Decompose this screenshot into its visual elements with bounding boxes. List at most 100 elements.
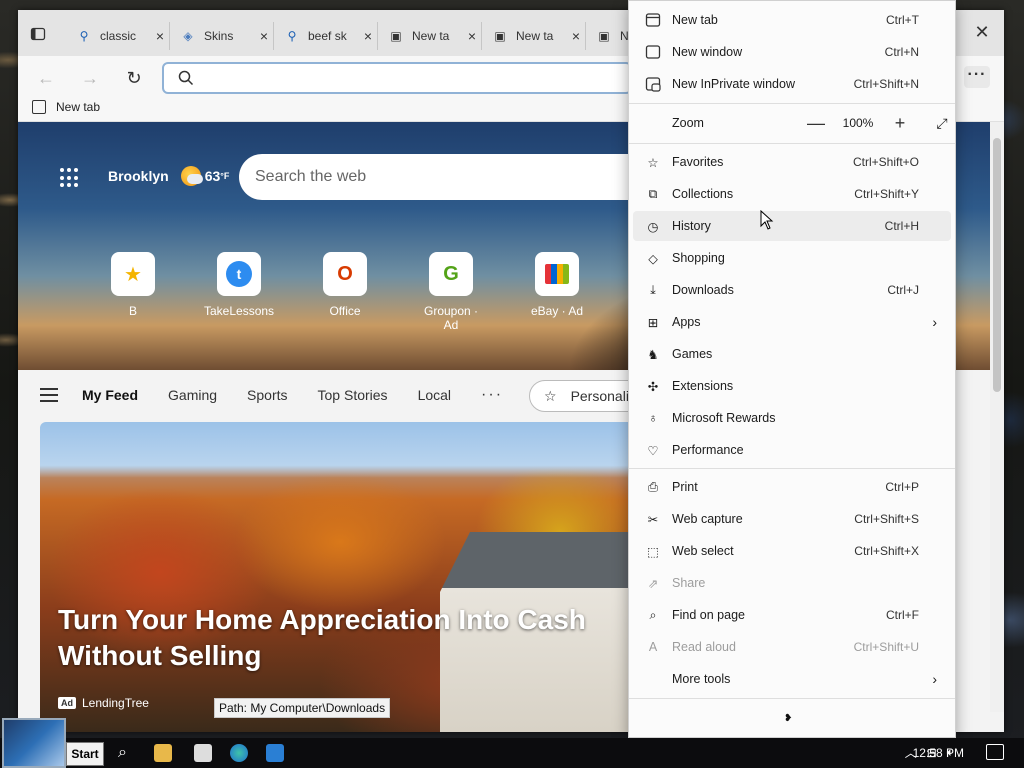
extensions-puzzle-icon: ✣ (647, 379, 659, 394)
tab-actions-button[interactable] (30, 26, 50, 46)
find-icon: ⌕ (649, 607, 657, 622)
close-icon[interactable]: × (463, 28, 481, 44)
menu-item-shortcut: Ctrl+Shift+X (854, 544, 919, 558)
rewards-medal-icon: ♁ (648, 411, 658, 425)
close-icon[interactable]: × (359, 28, 377, 44)
tab-classic[interactable]: ⚲ classic × (66, 22, 170, 50)
card-source: Ad LendingTree (58, 696, 149, 710)
more-tabs-button[interactable]: ··· (481, 386, 503, 404)
menu-item-label: Read aloud (672, 640, 736, 654)
settings-menu: New tab Ctrl+T New window Ctrl+N New InP… (628, 0, 956, 738)
quick-link-groupon[interactable]: G Groupon · Ad (416, 252, 486, 332)
menu-item-shopping[interactable]: ◇ Shopping (633, 243, 951, 273)
mouse-cursor-icon (760, 210, 774, 230)
menu-item-games[interactable]: ♞ Games (633, 339, 951, 369)
menu-item-favorites[interactable]: ☆ Favorites Ctrl+Shift+O (633, 147, 951, 177)
personalize-label: Personali (570, 388, 629, 404)
menu-item-label: Web select (672, 544, 734, 558)
status-path: Path: My Computer\Downloads (214, 698, 391, 718)
menu-item-print[interactable]: ⎙ Print Ctrl+P (633, 472, 951, 502)
menu-item-history[interactable]: ◷ History Ctrl+H (633, 211, 951, 241)
tab-label: beef sk (308, 29, 347, 43)
page-scrollbar[interactable] (990, 122, 1004, 712)
window-close-button[interactable]: ✕ (972, 22, 992, 42)
ad-badge: Ad (58, 697, 76, 709)
start-button[interactable]: Start (66, 742, 104, 766)
quick-link-label: Groupon · Ad (423, 304, 479, 332)
clock[interactable]: 12:58 PM (913, 746, 964, 760)
menu-divider (629, 468, 955, 469)
tab-new-2[interactable]: ▣ New ta × (482, 22, 586, 50)
quick-link-b[interactable]: ★ B (98, 252, 168, 318)
menu-scroll-down-icon[interactable]: ❥ (784, 713, 792, 724)
favorite-new-tab[interactable]: New tab (32, 100, 100, 114)
quick-link-office[interactable]: O Office (310, 252, 380, 318)
weather-widget[interactable]: Brooklyn 63 °F (108, 166, 229, 186)
menu-item-new-inprivate[interactable]: New InPrivate window Ctrl+Shift+N (633, 69, 951, 99)
menu-item-label: Microsoft Rewards (672, 411, 776, 425)
tab-gaming[interactable]: Gaming (168, 387, 217, 403)
web-search-box[interactable]: Search the web (239, 154, 659, 200)
personalize-button[interactable]: ☆ Personali (529, 380, 644, 412)
file-explorer-icon[interactable] (154, 744, 172, 762)
tab-top-stories[interactable]: Top Stories (318, 387, 388, 403)
menu-item-web-capture[interactable]: ✂ Web capture Ctrl+Shift+S (633, 504, 951, 534)
tab-my-feed[interactable]: My Feed (82, 387, 138, 403)
zoom-in-button[interactable]: + (887, 113, 913, 134)
store-icon[interactable] (266, 744, 284, 762)
newtab-icon: ▣ (390, 29, 402, 43)
search-icon[interactable]: ⌕ (118, 744, 136, 762)
menu-item-new-window[interactable]: New window Ctrl+N (633, 37, 951, 67)
notifications-icon[interactable] (986, 744, 1004, 760)
menu-item-web-select[interactable]: ⬚ Web select Ctrl+Shift+X (633, 536, 951, 566)
tab-sports[interactable]: Sports (247, 387, 287, 403)
menu-item-label: New window (672, 45, 743, 59)
tab-beef[interactable]: ⚲ beef sk × (274, 22, 378, 50)
zoom-level: 100% (842, 116, 874, 130)
tab-skins[interactable]: ◈ Skins × (170, 22, 274, 50)
menu-item-performance[interactable]: ♡ Performance (633, 435, 951, 465)
menu-item-apps[interactable]: ⊞ Apps › (633, 307, 951, 337)
fullscreen-icon[interactable]: ⤢ (931, 115, 953, 132)
new-tab-icon (643, 12, 663, 28)
close-icon[interactable]: × (255, 28, 273, 44)
groupon-icon: G (429, 252, 473, 296)
tab-local[interactable]: Local (418, 387, 451, 403)
settings-more-button[interactable]: ··· (964, 66, 990, 88)
back-button[interactable]: ← (34, 66, 58, 90)
weather-temperature: 63 (204, 168, 221, 184)
menu-item-rewards[interactable]: ♁ Microsoft Rewards (633, 403, 951, 433)
card-title[interactable]: Turn Your Home Appreciation Into Cash Wi… (58, 602, 598, 674)
tab-label: New ta (412, 29, 450, 43)
quick-link-ebay[interactable]: eBay · Ad (522, 252, 592, 318)
close-icon[interactable]: × (567, 28, 585, 44)
menu-item-more-tools[interactable]: More tools › (633, 664, 951, 694)
edge-icon[interactable] (230, 744, 248, 762)
feed-card-hero[interactable]: Turn Your Home Appreciation Into Cash Wi… (40, 422, 640, 732)
document-icon[interactable] (194, 744, 212, 762)
menu-item-label: Performance (672, 443, 744, 457)
start-logo-image[interactable] (2, 718, 66, 768)
forward-button[interactable]: → (78, 66, 102, 90)
zoom-out-button[interactable]: — (803, 113, 829, 134)
menu-item-collections[interactable]: ⧉ Collections Ctrl+Shift+Y (633, 179, 951, 209)
games-icon: ♞ (647, 347, 659, 362)
address-bar[interactable] (162, 62, 632, 94)
menu-item-downloads[interactable]: ⤓ Downloads Ctrl+J (633, 275, 951, 305)
menu-item-label: New InPrivate window (672, 77, 795, 91)
menu-icon[interactable] (40, 388, 58, 402)
tab-new-1[interactable]: ▣ New ta × (378, 22, 482, 50)
app-launcher-icon[interactable] (60, 168, 80, 188)
quick-link-takelessons[interactable]: t TakeLessons (204, 252, 274, 318)
menu-item-label: Find on page (672, 608, 745, 622)
menu-item-extensions[interactable]: ✣ Extensions (633, 371, 951, 401)
close-icon[interactable]: × (151, 28, 169, 44)
menu-item-new-tab[interactable]: New tab Ctrl+T (633, 5, 951, 35)
scrollbar-thumb[interactable] (993, 138, 1001, 392)
quick-link-label: Office (329, 304, 361, 318)
menu-item-find-on-page[interactable]: ⌕ Find on page Ctrl+F (633, 600, 951, 630)
refresh-button[interactable]: ↻ (122, 66, 146, 90)
newtab-icon: ▣ (598, 29, 610, 43)
card-source-name: LendingTree (82, 696, 149, 710)
zoom-controls: — 100% + ⤢ (803, 108, 953, 138)
